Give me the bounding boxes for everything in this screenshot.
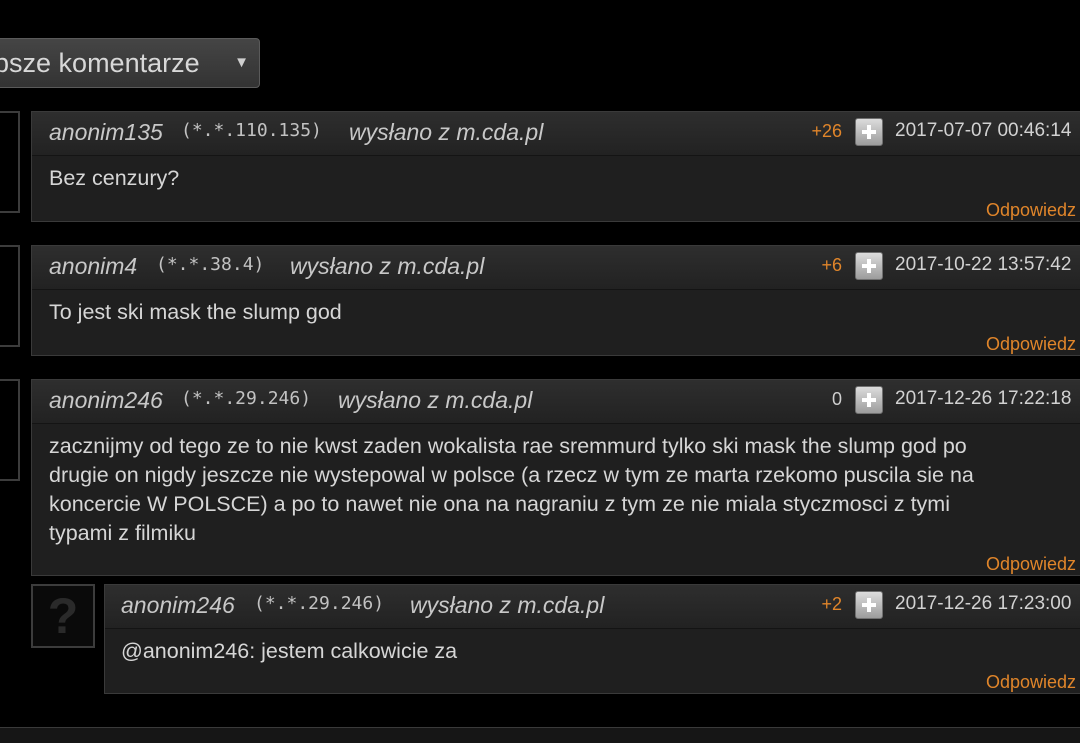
comment-score: +26 (811, 121, 842, 141)
reply-link[interactable]: Odpowiedz (986, 200, 1080, 221)
chevron-down-icon: ▼ (234, 54, 249, 71)
comment-author[interactable]: anonim246 (49, 387, 163, 414)
reply-link[interactable]: Odpowiedz (986, 554, 1080, 575)
comment-body: @anonim246: jestem calkowicie za (121, 639, 458, 663)
comment-body-line: typami z filmiku (49, 521, 196, 545)
comment-score: +2 (821, 594, 842, 614)
comment-body-line: zacznijmy od tego ze to nie kwst zaden w… (49, 434, 967, 458)
comment-header: anonim4 (*.*.38.4) wysłano z m.cda.pl +6… (32, 246, 1080, 290)
comment: anonim4 (*.*.38.4) wysłano z m.cda.pl +6… (31, 245, 1080, 356)
comment-score: 0 (831, 389, 842, 409)
comment-author[interactable]: anonim135 (49, 119, 163, 146)
comment-header: anonim135 (*.*.110.135) wysłano z m.cda.… (32, 112, 1080, 156)
upvote-plus-icon[interactable] (855, 591, 883, 619)
comment-ip: (*.*.29.246) (254, 593, 385, 614)
comment-ip: (*.*.110.135) (181, 120, 322, 141)
comment-score: +6 (821, 255, 842, 275)
comments-page: epsze komentarze ▼ anonim135 (*.*.110.13… (0, 0, 1080, 743)
comment-body-line: koncercie W POLSCE) a po to nawet nie on… (49, 492, 950, 516)
reply-link[interactable]: Odpowiedz (986, 334, 1080, 355)
avatar (0, 245, 20, 347)
comment-body-line: drugie on nigdy jeszcze nie wystepowal w… (49, 463, 974, 487)
comment: anonim135 (*.*.110.135) wysłano z m.cda.… (31, 111, 1080, 222)
comment-ip: (*.*.38.4) (156, 254, 265, 275)
upvote-plus-icon[interactable] (855, 118, 883, 146)
avatar (0, 111, 20, 213)
comment: anonim246 (*.*.29.246) wysłano z m.cda.p… (31, 379, 1080, 576)
comment-date: 2017-10-22 13:57:42 (895, 254, 1072, 275)
avatar (0, 379, 20, 481)
comment-header: anonim246 (*.*.29.246) wysłano z m.cda.p… (105, 585, 1080, 629)
reply-comment: anonim246 (*.*.29.246) wysłano z m.cda.p… (104, 584, 1080, 694)
sort-dropdown[interactable]: epsze komentarze ▼ (0, 38, 260, 88)
upvote-plus-icon[interactable] (855, 386, 883, 414)
reply-link[interactable]: Odpowiedz (986, 672, 1080, 693)
comment-source[interactable]: wysłano z m.cda.pl (349, 119, 543, 146)
comment-source[interactable]: wysłano z m.cda.pl (290, 253, 484, 280)
comment-date: 2017-12-26 17:23:00 (895, 593, 1072, 614)
comment-date: 2017-12-26 17:22:18 (895, 388, 1072, 409)
sort-label: epsze komentarze (0, 48, 200, 78)
comment-author[interactable]: anonim246 (121, 592, 235, 619)
question-avatar-icon: ? (31, 584, 95, 648)
comment-source[interactable]: wysłano z m.cda.pl (338, 387, 532, 414)
comment-body: zacznijmy od tego ze to nie kwst zaden w… (49, 432, 1069, 548)
comment-header: anonim246 (*.*.29.246) wysłano z m.cda.p… (32, 380, 1080, 424)
comment-body: Bez cenzury? (49, 166, 180, 190)
upvote-plus-icon[interactable] (855, 252, 883, 280)
comment-body: To jest ski mask the slump god (49, 300, 342, 324)
comment-date: 2017-07-07 00:46:14 (895, 120, 1072, 141)
comment-author[interactable]: anonim4 (49, 253, 137, 280)
comment-source[interactable]: wysłano z m.cda.pl (410, 592, 604, 619)
comment-ip: (*.*.29.246) (181, 388, 312, 409)
bottom-divider (0, 727, 1080, 743)
